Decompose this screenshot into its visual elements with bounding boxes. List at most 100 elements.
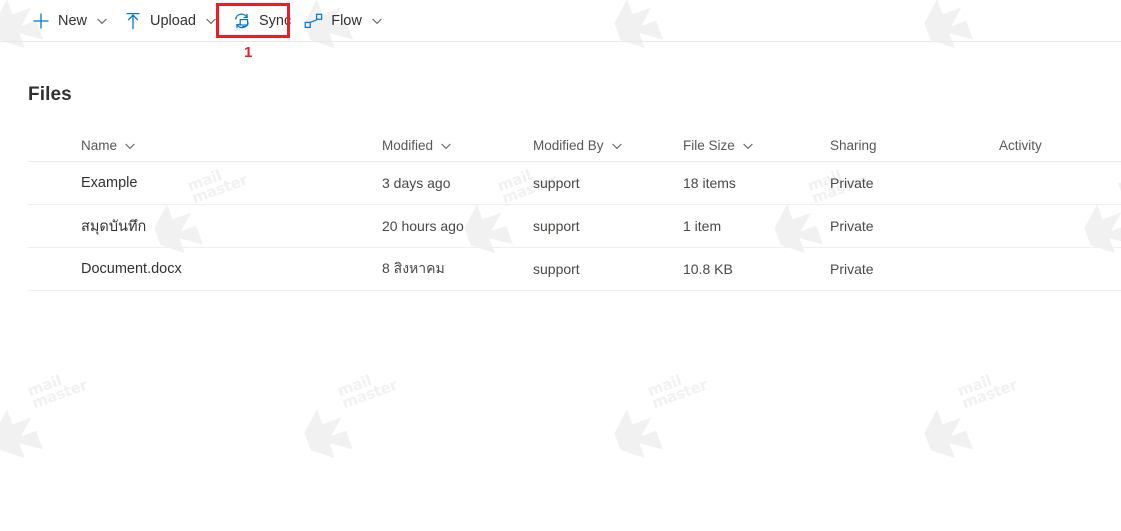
flow-icon	[303, 11, 325, 31]
chevron-down-icon[interactable]	[439, 139, 453, 153]
table-row[interactable]: Example 3 days ago support 18 items Private	[28, 162, 1121, 205]
table-row[interactable]: สมุดบันทึก 20 hours ago support 1 item Priva…	[28, 205, 1121, 248]
cell-file-size: 10.8 KB	[683, 261, 733, 277]
chevron-down-icon	[371, 15, 383, 27]
chevron-down-icon[interactable]	[369, 13, 385, 29]
column-header-label-name: Name	[81, 138, 118, 153]
column-header-sharing[interactable]: Sharing	[830, 138, 999, 153]
plus-icon	[32, 12, 50, 30]
watermark: mail master	[0, 371, 140, 480]
watermark: mail master	[610, 371, 760, 480]
row-sharing-cell[interactable]: Private	[830, 218, 999, 234]
row-sharing-cell[interactable]: Private	[830, 261, 999, 277]
watermark-text: mail master	[644, 371, 710, 413]
row-name-cell[interactable]: Example	[81, 174, 382, 192]
cell-modified-by: support	[533, 261, 580, 277]
cell-modified: 20 hours ago	[382, 218, 464, 234]
sync-icon	[232, 12, 252, 30]
flow-icon	[304, 12, 324, 30]
watermark-text: mail master	[334, 371, 400, 413]
cell-sharing: Private	[830, 261, 874, 277]
column-header-label-activity: Activity	[999, 138, 1042, 153]
chevron-down-icon	[742, 140, 754, 152]
name-wrapper: Example	[81, 174, 137, 192]
column-header-name[interactable]: Name	[81, 138, 382, 153]
chevron-down-icon	[440, 140, 452, 152]
sync-button[interactable]: Sync	[225, 3, 297, 39]
watermark-logo-icon	[291, 393, 370, 472]
chevron-down-icon[interactable]	[741, 139, 755, 153]
cell-modified: 3 days ago	[382, 175, 451, 191]
cell-modified-by: support	[533, 175, 580, 191]
sync-label: Sync	[258, 12, 292, 29]
watermark: mail master	[920, 371, 1070, 480]
watermark: mail master	[300, 371, 450, 480]
flow-label: Flow	[331, 12, 362, 29]
cell-file-size: 18 items	[683, 175, 736, 191]
row-modified-by-cell: support	[533, 261, 683, 277]
row-file-size-cell: 1 item	[683, 218, 830, 234]
row-modified-cell: 20 hours ago	[382, 218, 533, 234]
cell-modified: 8 สิงหาคม	[382, 260, 445, 276]
watermark-text: mail master	[24, 371, 90, 413]
cell-modified-by: support	[533, 218, 580, 234]
table-body: Example 3 days ago support 18 items Private ส…	[28, 162, 1121, 291]
file-name-link[interactable]: Example	[81, 175, 137, 191]
file-name-link[interactable]: Document.docx	[81, 261, 182, 277]
column-header-label-file_size: File Size	[683, 138, 735, 153]
flow-button[interactable]: Flow	[297, 3, 391, 39]
upload-icon	[124, 12, 142, 30]
new-button[interactable]: New	[24, 3, 116, 39]
column-header-label-modified: Modified	[382, 138, 434, 153]
column-header-file_size[interactable]: File Size	[683, 138, 830, 153]
column-header-modified[interactable]: Modified	[382, 138, 533, 153]
chevron-down-icon[interactable]	[203, 13, 219, 29]
row-file-size-cell: 10.8 KB	[683, 261, 830, 277]
name-wrapper: สมุดบันทึก	[81, 215, 146, 238]
column-header-icon	[28, 137, 81, 155]
cell-sharing: Private	[830, 175, 874, 191]
chevron-down-icon	[124, 140, 136, 152]
plus-icon	[30, 11, 52, 31]
file-name-link[interactable]: สมุดบันทึก	[81, 219, 146, 235]
row-file-icon-cell	[28, 215, 81, 237]
watermark-logo-icon	[0, 393, 61, 472]
row-file-icon-cell	[28, 172, 81, 194]
row-modified-cell: 8 สิงหาคม	[382, 258, 533, 280]
column-header-label-modified_by: Modified By	[533, 138, 604, 153]
row-file-icon-cell: W	[28, 258, 81, 280]
cell-sharing: Private	[830, 218, 874, 234]
watermark-logo-icon	[911, 393, 990, 472]
upload-button[interactable]: Upload	[116, 3, 225, 39]
new-label: New	[58, 12, 88, 29]
chevron-down-icon[interactable]	[123, 139, 137, 153]
column-header-label-sharing: Sharing	[830, 138, 877, 153]
sharepoint-files-page: mail master mail master mail master mail ma…	[0, 0, 1121, 531]
upload-label: Upload	[150, 12, 196, 29]
watermark-text: mail master	[954, 371, 1020, 413]
row-modified-cell: 3 days ago	[382, 175, 533, 191]
sync-icon	[231, 11, 253, 31]
watermark-logo-icon	[601, 393, 680, 472]
row-file-size-cell: 18 items	[683, 175, 830, 191]
column-header-activity[interactable]: Activity	[999, 138, 1119, 153]
files-table: Name Modified Modified By File Size Sharing A…	[28, 130, 1121, 291]
page-title: Files	[28, 84, 72, 105]
row-modified-by-cell: support	[533, 218, 683, 234]
row-sharing-cell[interactable]: Private	[830, 175, 999, 191]
chevron-down-icon[interactable]	[610, 139, 624, 153]
name-wrapper: Document.docx	[81, 260, 182, 278]
row-modified-by-cell: support	[533, 175, 683, 191]
chevron-down-icon	[205, 15, 217, 27]
step-number-badge: 1	[244, 44, 253, 61]
row-name-cell[interactable]: สมุดบันทึก	[81, 215, 382, 238]
row-name-cell[interactable]: Document.docx	[81, 260, 382, 278]
upload-icon	[122, 11, 144, 31]
table-header-row: Name Modified Modified By File Size Sharing A…	[28, 130, 1121, 162]
cell-file-size: 1 item	[683, 218, 722, 234]
chevron-down-icon[interactable]	[94, 13, 110, 29]
column-header-modified_by[interactable]: Modified By	[533, 138, 683, 153]
chevron-down-icon	[96, 15, 108, 27]
command-toolbar: New Upload Sync Flow	[0, 0, 1121, 42]
table-row[interactable]: WDocument.docx 8 สิงหาคม support 10.8 KB Pri…	[28, 248, 1121, 291]
